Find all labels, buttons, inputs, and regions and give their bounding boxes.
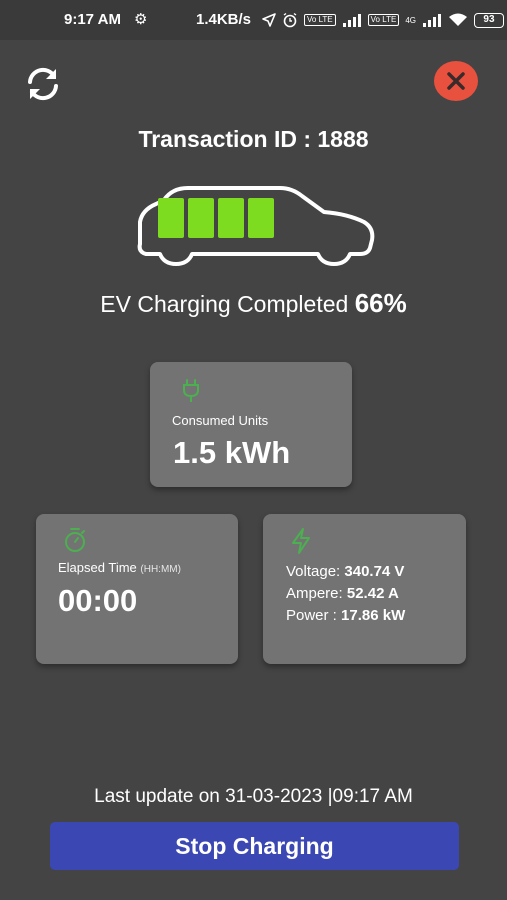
signal-bars-icon — [342, 14, 361, 27]
signal-bars-icon-2 — [422, 14, 441, 27]
power-label: Power : — [286, 607, 337, 624]
voltage-label: Voltage: — [286, 563, 341, 580]
alarm-clock-icon — [283, 12, 297, 28]
transaction-id: Transaction ID : 1888 — [138, 126, 369, 152]
status-icons: Vo LTE Vo LTE 4G 93 — [262, 12, 504, 28]
stopwatch-icon — [65, 528, 85, 552]
network-type: 4G — [405, 15, 416, 25]
status-bar: 9:17 AM ⚙ 1.4KB/s Vo LTE Vo LTE 4G 93 — [0, 0, 507, 40]
power-row: Power : 17.86 kW — [286, 605, 405, 627]
wifi-icon — [448, 13, 467, 26]
consumed-units-value: 1.5 kWh — [173, 435, 291, 470]
last-update-text: Last update on 31-03-2023 |09:17 AM — [94, 786, 413, 807]
volte-badge-2: Vo LTE — [367, 14, 400, 26]
consumed-units-card: Consumed Units 1.5 kWh — [150, 362, 352, 487]
close-button[interactable] — [434, 61, 478, 101]
charging-screen: 9:17 AM ⚙ 1.4KB/s Vo LTE Vo LTE 4G 93 Tr… — [0, 0, 507, 900]
voltage-row: Voltage: 340.74 V — [286, 561, 405, 583]
electrical-readings-card: Voltage: 340.74 V Ampere: 52.42 A Power … — [263, 514, 466, 664]
elapsed-time-label-text: Elapsed Time — [58, 560, 137, 575]
network-speed: 1.4KB/s — [196, 11, 252, 28]
elapsed-time-label: Elapsed Time (HH:MM) — [58, 560, 181, 575]
settings-gear-icon: ⚙ — [134, 11, 148, 28]
charging-status: EV Charging Completed 66% — [0, 288, 507, 319]
charging-percent: 66% — [354, 288, 407, 318]
stop-charging-button[interactable]: Stop Charging — [50, 822, 459, 870]
car-battery-icon — [137, 186, 375, 266]
plug-icon — [183, 379, 199, 402]
volte-badge-1: Vo LTE — [304, 14, 336, 26]
battery-indicator: 93 — [473, 12, 504, 28]
close-icon — [447, 72, 465, 90]
location-arrow-icon — [262, 13, 276, 27]
ampere-row: Ampere: 52.42 A — [286, 583, 405, 605]
electrical-readings: Voltage: 340.74 V Ampere: 52.42 A Power … — [286, 561, 405, 627]
elapsed-time-value: 00:00 — [58, 583, 138, 618]
voltage-value: 340.74 V — [344, 563, 405, 580]
lightning-icon — [292, 528, 310, 554]
status-time: 9:17 AM — [64, 11, 121, 28]
consumed-units-label: Consumed Units — [172, 413, 269, 428]
ampere-label: Ampere: — [286, 585, 343, 602]
refresh-icon[interactable] — [24, 66, 62, 102]
charging-status-text: EV Charging Completed — [100, 291, 349, 317]
elapsed-time-card: Elapsed Time (HH:MM) 00:00 — [36, 514, 238, 664]
ampere-value: 52.42 A — [346, 585, 399, 602]
elapsed-time-format: (HH:MM) — [140, 564, 181, 575]
power-value: 17.86 kW — [341, 607, 406, 624]
